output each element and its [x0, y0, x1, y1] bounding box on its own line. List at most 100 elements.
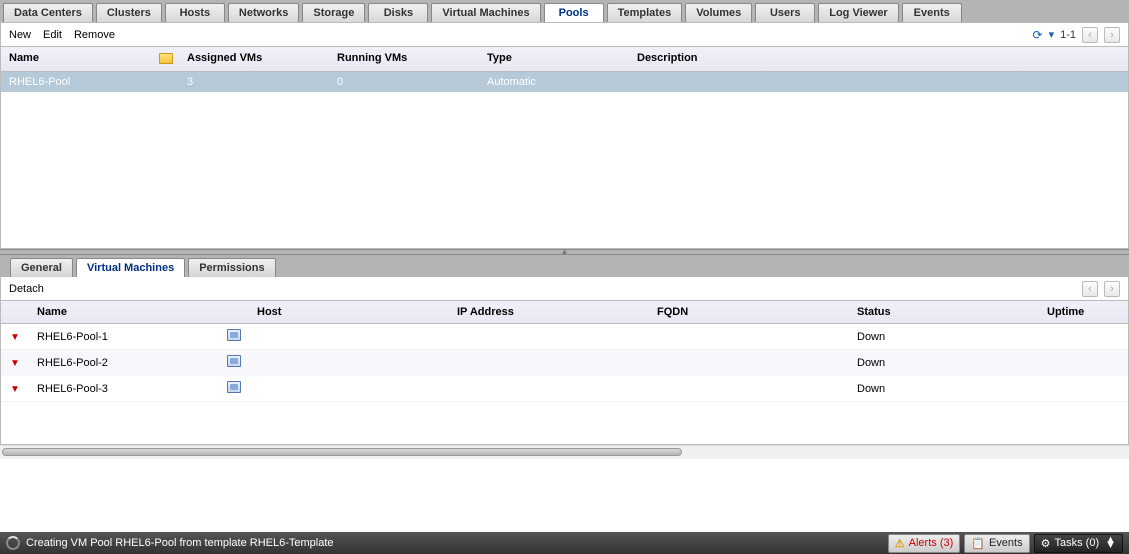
vm-icon — [227, 329, 241, 341]
scrollbar-thumb[interactable] — [2, 448, 682, 456]
col-name[interactable]: Name — [1, 47, 151, 71]
vm-name: RHEL6-Pool-2 — [29, 352, 219, 374]
triangle-down-icon: ▼ — [10, 332, 20, 343]
splitter[interactable] — [0, 249, 1129, 255]
vm-ip — [449, 332, 649, 342]
detail-pager-next-button[interactable]: › — [1104, 281, 1120, 297]
events-icon: 📋 — [971, 537, 985, 550]
remove-button[interactable]: Remove — [74, 29, 115, 41]
vm-row[interactable]: ▼ RHEL6-Pool-2 Down — [1, 350, 1128, 376]
tab-networks[interactable]: Networks — [228, 3, 300, 22]
vm-status: Down — [849, 326, 1039, 348]
sub-tab-bar: General Virtual Machines Permissions — [0, 255, 1129, 277]
vm-status: Down — [849, 378, 1039, 400]
vm-name: RHEL6-Pool-3 — [29, 378, 219, 400]
events-label: Events — [989, 537, 1023, 549]
pager-next-button[interactable]: › — [1104, 27, 1120, 43]
vm-grid-header: Name Host IP Address FQDN Status Uptime — [1, 301, 1128, 324]
folder-icon — [159, 53, 173, 64]
col-assigned[interactable]: Assigned VMs — [179, 47, 329, 71]
vm-fqdn — [649, 384, 849, 394]
pools-grid-header: Name Assigned VMs Running VMs Type Descr… — [1, 47, 1128, 72]
vm-host — [249, 358, 449, 368]
tasks-icon: ⚙ — [1041, 537, 1051, 550]
pool-running: 0 — [329, 72, 479, 92]
col-running[interactable]: Running VMs — [329, 47, 479, 71]
vm-status: Down — [849, 352, 1039, 374]
tab-data-centers[interactable]: Data Centers — [3, 3, 93, 22]
pool-type: Automatic — [479, 72, 629, 92]
main-tab-bar: Data Centers Clusters Hosts Networks Sto… — [0, 0, 1129, 22]
alerts-label: Alerts (3) — [909, 537, 954, 549]
vm-ip — [449, 358, 649, 368]
vm-icon — [227, 381, 241, 393]
events-button[interactable]: 📋 Events — [964, 534, 1029, 553]
detail-toolbar: Detach ‹ › — [0, 277, 1129, 301]
edit-button[interactable]: Edit — [43, 29, 62, 41]
detach-button[interactable]: Detach — [9, 283, 44, 295]
col-icon — [151, 47, 179, 71]
spinner-icon — [6, 536, 20, 550]
pools-grid: Name Assigned VMs Running VMs Type Descr… — [0, 46, 1129, 249]
pool-row-icon — [151, 72, 179, 92]
vm-uptime — [1039, 384, 1128, 394]
tab-templates[interactable]: Templates — [607, 3, 683, 22]
horizontal-scrollbar[interactable] — [0, 445, 1129, 459]
col-desc[interactable]: Description — [629, 47, 1128, 71]
pager-prev-button[interactable]: ‹ — [1082, 27, 1098, 43]
tab-storage[interactable]: Storage — [302, 3, 365, 22]
tasks-button[interactable]: ⚙Tasks (0) ▲▼ — [1034, 534, 1123, 553]
vm-col-name[interactable]: Name — [29, 301, 219, 323]
detail-pager-prev-button[interactable]: ‹ — [1082, 281, 1098, 297]
vm-icon — [227, 355, 241, 367]
main-toolbar: New Edit Remove ⟳ ▾ 1-1 ‹ › — [0, 22, 1129, 46]
vm-row[interactable]: ▼ RHEL6-Pool-3 Down — [1, 376, 1128, 402]
pool-name: RHEL6-Pool — [1, 72, 151, 92]
tasks-label: Tasks (0) — [1054, 537, 1099, 549]
status-message: Creating VM Pool RHEL6-Pool from templat… — [26, 537, 334, 549]
vm-row[interactable]: ▼ RHEL6-Pool-1 Down — [1, 324, 1128, 350]
vm-fqdn — [649, 358, 849, 368]
sort-icon: ▲▼ — [1105, 538, 1116, 548]
vm-col-fqdn[interactable]: FQDN — [649, 301, 849, 323]
vm-col-host[interactable]: Host — [249, 301, 449, 323]
vm-host — [249, 384, 449, 394]
status-bar: Creating VM Pool RHEL6-Pool from templat… — [0, 532, 1129, 554]
pool-row[interactable]: RHEL6-Pool 3 0 Automatic — [1, 72, 1128, 92]
refresh-icon[interactable]: ⟳ — [1033, 28, 1043, 42]
new-button[interactable]: New — [9, 29, 31, 41]
subtab-permissions[interactable]: Permissions — [188, 258, 275, 277]
alerts-button[interactable]: ⚠Alerts (3) — [888, 534, 961, 553]
vm-grid-body: ▼ RHEL6-Pool-1 Down ▼ RHEL6-Pool-2 Down … — [1, 324, 1128, 444]
tab-clusters[interactable]: Clusters — [96, 3, 162, 22]
vm-col-status[interactable]: Status — [849, 301, 1039, 323]
tab-virtual-machines[interactable]: Virtual Machines — [431, 3, 540, 22]
tab-pools[interactable]: Pools — [544, 3, 604, 22]
tab-volumes[interactable]: Volumes — [685, 3, 752, 22]
tab-hosts[interactable]: Hosts — [165, 3, 225, 22]
tab-log-viewer[interactable]: Log Viewer — [818, 3, 898, 22]
tab-events[interactable]: Events — [902, 3, 962, 22]
triangle-down-icon: ▼ — [10, 358, 20, 369]
pools-grid-body: RHEL6-Pool 3 0 Automatic — [1, 72, 1128, 248]
tab-disks[interactable]: Disks — [368, 3, 428, 22]
tab-users[interactable]: Users — [755, 3, 815, 22]
subtab-general[interactable]: General — [10, 258, 73, 277]
vm-col-ip[interactable]: IP Address — [449, 301, 649, 323]
pager-label: 1-1 — [1060, 29, 1076, 41]
vm-grid: Name Host IP Address FQDN Status Uptime … — [0, 301, 1129, 445]
vm-uptime — [1039, 358, 1128, 368]
vm-name: RHEL6-Pool-1 — [29, 326, 219, 348]
vm-col-uptime[interactable]: Uptime — [1039, 301, 1128, 323]
vm-col-status-icon — [1, 301, 29, 323]
vm-uptime — [1039, 332, 1128, 342]
subtab-virtual-machines[interactable]: Virtual Machines — [76, 258, 185, 277]
pool-assigned: 3 — [179, 72, 329, 92]
pool-desc — [629, 72, 1128, 92]
refresh-dropdown-icon[interactable]: ▾ — [1049, 28, 1055, 41]
vm-col-type-icon — [219, 301, 249, 323]
vm-fqdn — [649, 332, 849, 342]
triangle-down-icon: ▼ — [10, 384, 20, 395]
vm-ip — [449, 384, 649, 394]
col-type[interactable]: Type — [479, 47, 629, 71]
